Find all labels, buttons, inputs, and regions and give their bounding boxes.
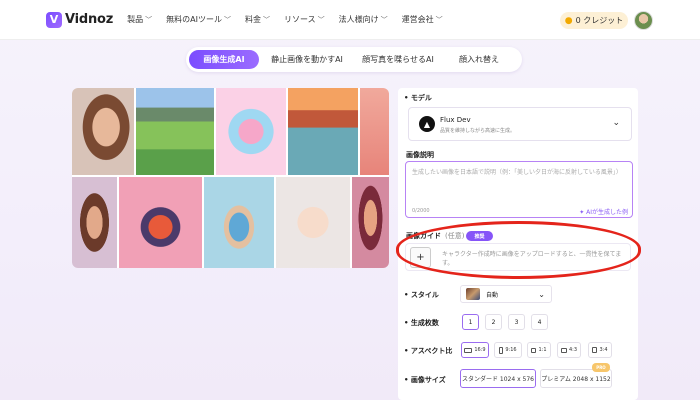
nav-item-resources[interactable]: リソース ﹀: [284, 14, 325, 25]
chevron-down-icon: ⌄: [538, 289, 545, 299]
image-guide-label: 画像ガイド (任意): [406, 232, 465, 240]
image-guide-upload[interactable]: + キャラクター作成時に画像をアップロードすると、一貫性を保てます。: [405, 243, 631, 271]
tool-tabs: 画像生成AI 静止画像を動かすAI 顔写真を喋らせるAI 顔入れ替え: [186, 47, 522, 72]
chevron-down-icon: ﹀: [435, 15, 443, 24]
chevron-down-icon: ﹀: [263, 15, 270, 24]
gallery-image: [276, 177, 350, 268]
style-value: 自動: [486, 291, 499, 299]
count-label: • 生成枚数: [404, 319, 439, 327]
logo-mark-icon: V: [46, 11, 62, 28]
tab-face-swap[interactable]: 顔入れ替え: [441, 50, 517, 69]
chevron-down-icon: ﹀: [224, 15, 231, 24]
gallery-image: [352, 177, 389, 268]
square-icon: [531, 347, 537, 353]
tab-image-generator[interactable]: 画像生成AI: [189, 50, 259, 69]
portrait-icon: [592, 347, 598, 353]
aspect-ratio-label: • アスペクト比: [404, 347, 453, 355]
tab-talking-photo[interactable]: 顔写真を喋らせるAI: [355, 50, 441, 69]
style-label: • スタイル: [404, 291, 439, 299]
ai-example-link[interactable]: ✦ AIが生成した例: [579, 207, 628, 216]
gallery-image: [216, 88, 286, 175]
gallery-image: [136, 88, 214, 175]
sample-gallery: [72, 88, 389, 268]
aspect-9-16[interactable]: 9:16: [494, 342, 522, 358]
pro-badge: PRO: [592, 363, 610, 372]
model-description: 品質を維持しながら高速に生成。: [440, 128, 516, 134]
aspect-3-4[interactable]: 3:4: [588, 342, 612, 358]
landscape-icon: [560, 347, 567, 353]
credits-button[interactable]: ● 0 クレジット: [560, 12, 628, 29]
chevron-down-icon: ﹀: [317, 15, 325, 24]
top-header: V Vidnoz 製品 ﹀ 無料のAIツール ﹀ 料金 ﹀ リソース ﹀ 法人様向け ﹀ …: [0, 0, 700, 40]
aspect-4-3[interactable]: 4:3: [557, 342, 581, 358]
model-logo-icon: ▲: [419, 116, 435, 132]
model-name: Flux Dev: [440, 116, 471, 124]
logo[interactable]: V Vidnoz: [46, 11, 114, 28]
image-guide-hint: キャラクター作成時に画像をアップロードすると、一貫性を保てます。: [442, 251, 622, 267]
logo-text: Vidnoz: [65, 12, 114, 27]
chevron-down-icon: ﹀: [145, 15, 153, 24]
landscape-icon: [464, 347, 473, 353]
gallery-image: [360, 88, 389, 175]
style-select[interactable]: 自動 ⌄: [460, 285, 552, 303]
description-label: 画像説明: [406, 151, 434, 159]
nav-item-pricing[interactable]: 料金 ﹀: [245, 14, 270, 25]
model-select[interactable]: ▲ Flux Dev 品質を維持しながら高速に生成。 ⌄: [408, 107, 632, 141]
count-option-2[interactable]: 2: [485, 314, 502, 330]
model-label: • モデル: [404, 94, 432, 102]
nav-item-business[interactable]: 法人様向け ﹀: [339, 14, 388, 25]
size-standard[interactable]: スタンダード 1024 x 576: [460, 369, 536, 388]
coin-icon: ●: [564, 15, 573, 26]
count-option-3[interactable]: 3: [508, 314, 525, 330]
recommended-badge: 推奨: [466, 231, 493, 241]
chevron-down-icon: ⌄: [612, 118, 620, 128]
style-thumbnail: [466, 288, 480, 300]
portrait-icon: [499, 346, 504, 354]
tab-animate-photo[interactable]: 静止画像を動かすAI: [259, 50, 355, 69]
nav-item-free-ai-tools[interactable]: 無料のAIツール ﹀: [166, 14, 231, 25]
avatar[interactable]: [634, 11, 653, 30]
description-textarea[interactable]: 生成したい画像を日本語で説明（例：「美しい夕日が海に反射している風景」） 0/2…: [405, 161, 633, 218]
gallery-image: [288, 88, 358, 175]
image-size-label: • 画像サイズ: [404, 376, 446, 384]
aspect-1-1[interactable]: 1:1: [527, 342, 551, 358]
nav-item-products[interactable]: 製品 ﹀: [127, 14, 152, 25]
main-nav: 製品 ﹀ 無料のAIツール ﹀ 料金 ﹀ リソース ﹀ 法人様向け ﹀ 運営会社 ﹀: [127, 14, 456, 25]
count-option-1[interactable]: 1: [462, 314, 479, 330]
gallery-image: [204, 177, 274, 268]
character-count: 0/2000: [412, 208, 430, 214]
plus-icon[interactable]: +: [410, 247, 431, 268]
description-placeholder: 生成したい画像を日本語で説明（例：「美しい夕日が海に反射している風景」）: [412, 169, 622, 176]
gallery-image: [72, 177, 117, 268]
aspect-16-9[interactable]: 16:9: [461, 342, 489, 358]
gallery-image: [72, 88, 134, 175]
chevron-down-icon: ﹀: [380, 15, 388, 24]
nav-item-company[interactable]: 運営会社 ﹀: [402, 14, 443, 25]
count-option-4[interactable]: 4: [531, 314, 548, 330]
gallery-image: [119, 177, 202, 268]
